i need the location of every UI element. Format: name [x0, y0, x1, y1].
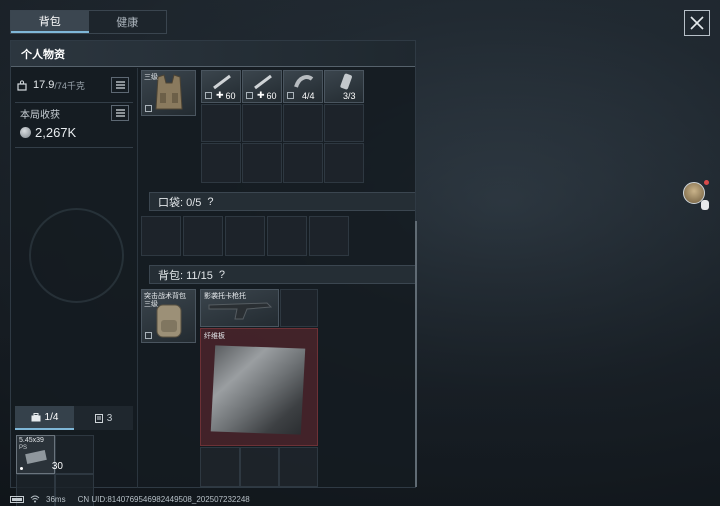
grid-slot[interactable]: [242, 104, 282, 142]
pocket-slot[interactable]: [225, 216, 265, 256]
lock-icon: [145, 105, 152, 112]
grid-slot[interactable]: [242, 143, 282, 183]
weight-max: /74千克: [54, 80, 85, 91]
pocket-header: 口袋: 0/5 ?: [149, 192, 415, 211]
clipboard-icon: [94, 414, 103, 423]
grid-slot[interactable]: [240, 447, 279, 487]
list-icon: [115, 81, 125, 89]
fiber-plate-name: 纤维板: [204, 333, 225, 340]
canister-icon: [340, 73, 352, 90]
personal-stats-column: 17.9 /74千克 本局收获 2,267K 1/4 3 5.45x39 PS …: [11, 68, 138, 506]
weight-list-button[interactable]: [111, 77, 129, 93]
fiber-plate-item[interactable]: 纤维板: [200, 328, 318, 446]
backpack-label: 背包: 11/15: [158, 269, 213, 282]
pocket-slot[interactable]: [141, 216, 181, 256]
pocket-slot[interactable]: [309, 216, 349, 256]
user-uid: CN UID:8140769546982449508_202507232248: [77, 494, 250, 504]
rank-badge-icon: [701, 200, 709, 210]
backpack-item[interactable]: 突击战术背包 三级: [141, 289, 196, 343]
vest-item[interactable]: 3/3: [324, 70, 364, 103]
item-badge: ✚ 60: [216, 90, 236, 101]
clipboard-count: 3: [106, 412, 113, 424]
tab-backpack[interactable]: 背包: [11, 11, 89, 33]
vest-item[interactable]: ✚ 60: [242, 70, 282, 103]
battery-icon: [10, 495, 24, 503]
storage-column: 三级 ✚ 60 ✚ 60 4/4 3/3 口袋: 0/5 ? 背包: 11/15…: [139, 68, 415, 488]
container-tabs: 1/4 3: [15, 406, 133, 430]
weight-icon: [17, 79, 27, 91]
top-tabs: 背包 健康: [10, 10, 167, 34]
earnings-label: 本局收获: [20, 110, 60, 121]
pocket-slot[interactable]: [183, 216, 223, 256]
tab-clipboard[interactable]: 3: [74, 406, 133, 430]
pocket-label: 口袋: 0/5: [158, 196, 202, 209]
ping-value: 36ms: [46, 494, 66, 504]
bandage-icon: [294, 75, 314, 88]
grid-slot[interactable]: [279, 447, 318, 487]
tactical-vest[interactable]: 三级: [141, 70, 196, 116]
syringe-icon: [213, 74, 231, 90]
wifi-icon: [30, 495, 40, 503]
ammo-item[interactable]: 5.45x39 PS 30: [16, 435, 63, 474]
faction-emblem: [29, 208, 124, 303]
pocket-slot[interactable]: [267, 216, 307, 256]
close-button[interactable]: [684, 10, 710, 36]
backpack-help-button[interactable]: ?: [219, 269, 225, 281]
item-count: 3/3: [343, 91, 356, 101]
weapon-stock-icon: [208, 302, 273, 320]
grid-slot[interactable]: [283, 143, 323, 183]
ammo-caliber: 5.45x39: [19, 437, 44, 444]
backpack-icon: [156, 304, 182, 338]
tab-health[interactable]: 健康: [89, 11, 167, 33]
storage-scrollbar[interactable]: [415, 221, 417, 487]
item-count: 60: [266, 90, 277, 101]
earnings-value-row: 2,267K: [20, 125, 76, 140]
divider: [15, 147, 133, 148]
lock-icon: [145, 332, 152, 339]
grid-slot[interactable]: [324, 104, 364, 142]
backpack-header: 背包: 11/15 ?: [149, 265, 415, 284]
inventory-panel: 个人物资 17.9 /74千克 本局收获 2,267K 1/4 3 5.45x3…: [10, 40, 417, 506]
lock-icon: [205, 92, 212, 99]
toolbox-icon: [31, 412, 41, 421]
weapon-stock-item[interactable]: 影袭托卡枪托: [200, 289, 279, 327]
lock-icon: [246, 92, 253, 99]
fiber-plate-icon: [210, 345, 306, 435]
grid-slot[interactable]: [283, 104, 323, 142]
earnings-list-button[interactable]: [111, 105, 129, 121]
grid-slot[interactable]: [200, 447, 240, 487]
item-count: 60: [225, 90, 236, 101]
lock-icon: [287, 92, 294, 99]
grid-slot[interactable]: [324, 143, 364, 183]
vest-icon: [155, 74, 183, 110]
plus-icon: ✚: [257, 90, 265, 100]
list-icon: [115, 109, 125, 117]
plus-icon: ✚: [216, 90, 224, 100]
item-badge: ✚ 60: [257, 90, 277, 101]
grid-slot[interactable]: [280, 289, 318, 327]
pocket-help-button[interactable]: ?: [207, 196, 213, 208]
ammo-count: 30: [51, 461, 63, 472]
ammo-box-icon: [25, 450, 47, 464]
vest-item[interactable]: ✚ 60: [201, 70, 241, 103]
panel-title: 个人物资: [11, 41, 415, 67]
grid-slot[interactable]: [201, 143, 241, 183]
item-count: 4/4: [302, 91, 315, 101]
status-bar: 36ms CN UID:8140769546982449508_20250723…: [10, 494, 250, 504]
syringe-icon: [254, 74, 272, 90]
grid-slot[interactable]: [201, 104, 241, 142]
weight-current: 17.9: [33, 79, 55, 91]
coin-icon: [20, 127, 31, 138]
close-icon: [690, 16, 704, 30]
earnings-value: 2,267K: [35, 125, 77, 140]
ammo-indicator: [20, 467, 23, 470]
vest-item[interactable]: 4/4: [283, 70, 323, 103]
divider: [15, 102, 133, 103]
tab-toolbox[interactable]: 1/4: [15, 406, 74, 430]
toolbox-count: 1/4: [44, 411, 59, 423]
status-dot: [704, 180, 709, 185]
